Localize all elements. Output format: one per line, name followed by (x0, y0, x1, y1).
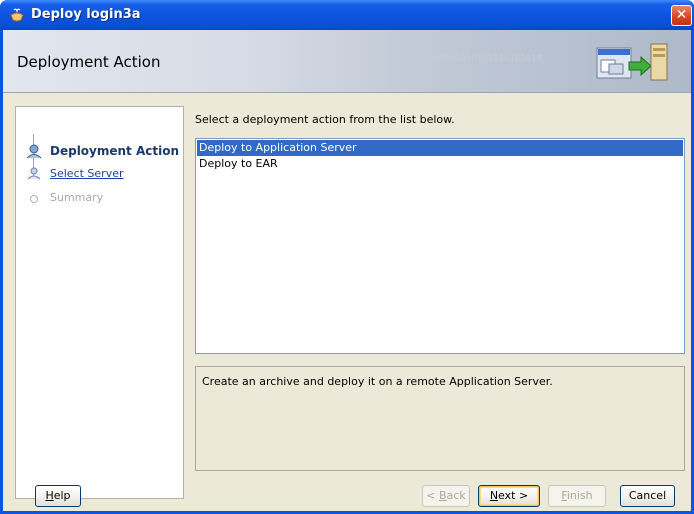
step-label: Summary (50, 191, 104, 204)
deployment-action-list[interactable]: Deploy to Application Server Deploy to E… (195, 138, 685, 354)
dialog-client-area: Deployment Action 010101010101010101010 (3, 30, 691, 511)
window-title: Deploy login3a (31, 7, 141, 22)
help-button[interactable]: Help (35, 485, 81, 507)
step-pending-icon (30, 195, 38, 203)
close-icon: ✕ (675, 7, 688, 23)
wizard-header: Deployment Action 010101010101010101010 (3, 30, 691, 93)
action-description-box: Create an archive and deploy it on a rem… (195, 366, 685, 471)
step-select-server[interactable]: Select Server (16, 166, 183, 184)
list-item[interactable]: Deploy to EAR (197, 156, 683, 172)
app-cup-icon (10, 8, 24, 22)
step-label: Deployment Action (50, 144, 180, 158)
instruction-label: Select a deployment action from the list… (195, 113, 455, 126)
page-title: Deployment Action (17, 53, 161, 71)
action-description: Create an archive and deploy it on a rem… (202, 375, 553, 388)
wizard-steps-panel: Deployment Action Select Server Summary (15, 106, 184, 499)
next-button[interactable]: Next > (478, 485, 540, 507)
step-person-icon (27, 167, 41, 180)
deploy-server-icon (596, 43, 668, 81)
title-bar[interactable]: Deploy login3a ✕ (0, 0, 694, 30)
back-button[interactable]: < Back (422, 485, 470, 507)
list-item[interactable]: Deploy to Application Server (197, 140, 683, 156)
wizard-content: Select a deployment action from the list… (191, 106, 685, 499)
step-label[interactable]: Select Server (50, 167, 124, 180)
step-deployment-action: Deployment Action (16, 143, 183, 161)
dialog-window: Deploy login3a ✕ Deployment Action 01010… (0, 0, 694, 514)
finish-button[interactable]: Finish (548, 485, 606, 507)
close-button[interactable]: ✕ (671, 5, 692, 26)
step-summary: Summary (16, 190, 183, 208)
binary-decoration: 010101010101010101010 (428, 54, 542, 64)
cancel-button[interactable]: Cancel (620, 485, 675, 507)
step-current-icon (26, 144, 42, 159)
